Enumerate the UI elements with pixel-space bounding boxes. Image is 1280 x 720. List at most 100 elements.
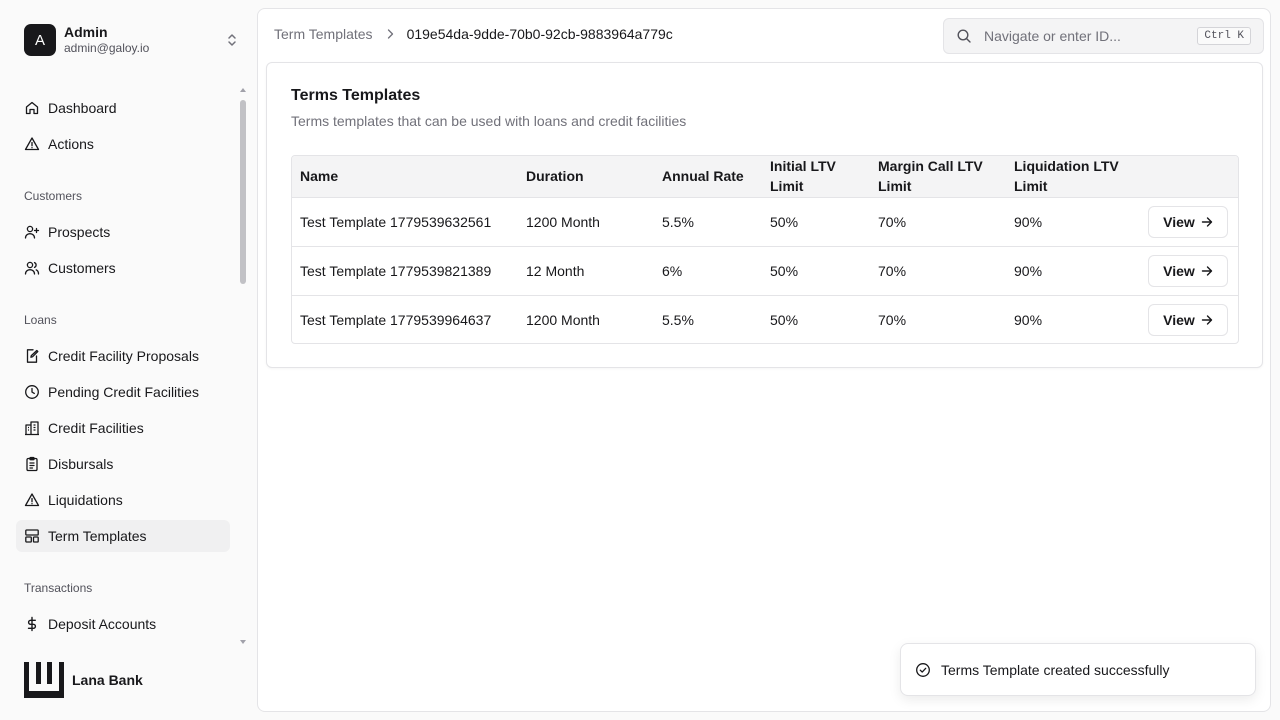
sidebar-item-label: Liquidations: [48, 492, 123, 508]
card-title: Terms Templates: [291, 87, 421, 104]
nav-group-loans: Loans: [24, 313, 57, 327]
search-input[interactable]: [984, 28, 1184, 44]
sidebar-nav: Dashboard Actions Customers Prospects Cu…: [16, 92, 230, 648]
building-icon: [25, 421, 39, 436]
user-name: Admin: [64, 24, 108, 40]
avatar: A: [24, 24, 56, 56]
sidebar-item-disbursals[interactable]: Disbursals: [16, 448, 230, 480]
card-description: Terms templates that can be used with lo…: [291, 113, 687, 129]
brand: Lana Bank: [24, 662, 143, 698]
sidebar-item-label: Credit Facilities: [48, 420, 144, 436]
check-circle-icon: [916, 662, 930, 677]
user-switcher[interactable]: A Admin admin@galoy.io: [24, 24, 240, 56]
main-panel: Term Templates 019e54da-9dde-70b0-92cb-9…: [257, 8, 1271, 712]
sidebar-item-label: Deposit Accounts: [48, 616, 157, 632]
view-button-label: View: [1163, 213, 1195, 230]
table-row: Test Template 1779539632561 1200 Month 5…: [292, 197, 1238, 246]
sidebar-item-dashboard[interactable]: Dashboard: [16, 92, 230, 124]
sidebar-item-label: Disbursals: [48, 456, 114, 472]
sidebar-item-credit-facilities[interactable]: Credit Facilities: [16, 412, 230, 444]
view-button-label: View: [1163, 311, 1195, 328]
sidebar: A Admin admin@galoy.io Dashboard Actions…: [0, 0, 257, 720]
column-header-duration: Duration: [526, 168, 584, 185]
column-header-liquidation-ltv: Liquidation LTV Limit: [1014, 158, 1119, 195]
chevron-right-icon: [387, 29, 393, 39]
keyboard-shortcut: Ctrl K: [1197, 27, 1251, 45]
column-header-name: Name: [300, 168, 339, 185]
toast-message: Terms Template created successfully: [941, 661, 1170, 678]
view-button[interactable]: View: [1148, 254, 1228, 287]
column-header-initial-ltv: Initial LTV Limit: [770, 158, 836, 195]
table-row: Test Template 1779539964637 1200 Month 5…: [292, 295, 1238, 343]
sidebar-item-label: Term Templates: [48, 528, 147, 544]
cell-actions: View: [1140, 295, 1238, 343]
cell-actions: View: [1140, 197, 1238, 246]
cell-margin-call-ltv: 70%: [878, 311, 907, 328]
arrow-right-icon: [1201, 315, 1213, 325]
chevrons-up-down-icon: [228, 34, 236, 46]
layout-template-icon: [25, 529, 39, 543]
sidebar-item-prospects[interactable]: Prospects: [16, 216, 230, 248]
cell-annual-rate: 5.5%: [662, 311, 694, 328]
sidebar-item-credit-facility-proposals[interactable]: Credit Facility Proposals: [16, 340, 230, 372]
sidebar-item-actions[interactable]: Actions: [16, 128, 230, 160]
clock-icon: [25, 385, 39, 399]
cell-margin-call-ltv: 70%: [878, 262, 907, 279]
sidebar-item-label: Prospects: [48, 224, 111, 240]
sidebar-item-customers[interactable]: Customers: [16, 252, 230, 284]
terms-templates-table: Name Duration Annual Rate Initial LTV Li…: [291, 155, 1239, 344]
scroll-up-arrow-icon[interactable]: [240, 88, 246, 92]
table-row: Test Template 1779539821389 12 Month 6% …: [292, 246, 1238, 295]
cell-name: Test Template 1779539964637: [300, 311, 492, 328]
breadcrumb-term-templates[interactable]: Term Templates: [274, 26, 373, 42]
sidebar-item-pending-credit-facilities[interactable]: Pending Credit Facilities: [16, 376, 230, 408]
alert-triangle-icon: [24, 137, 40, 151]
sidebar-scrollbar[interactable]: [238, 88, 248, 648]
cell-liquidation-ltv: 90%: [1014, 262, 1043, 279]
view-button[interactable]: View: [1148, 303, 1228, 336]
cell-actions: View: [1140, 246, 1238, 295]
cell-initial-ltv: 50%: [770, 213, 799, 230]
dollar-sign-icon: [27, 616, 37, 632]
table-header-row: Name Duration Annual Rate Initial LTV Li…: [292, 156, 1238, 197]
sidebar-item-label: Actions: [48, 136, 94, 152]
cell-liquidation-ltv: 90%: [1014, 311, 1043, 328]
scrollbar-thumb[interactable]: [240, 100, 246, 284]
cell-name: Test Template 1779539821389: [300, 262, 492, 279]
arrow-right-icon: [1201, 265, 1213, 276]
sidebar-item-deposit-accounts[interactable]: Deposit Accounts: [16, 608, 230, 640]
sidebar-item-label: Pending Credit Facilities: [48, 384, 199, 400]
nav-group-customers: Customers: [24, 189, 83, 203]
column-header-margin-call-ltv: Margin Call LTV Limit: [878, 158, 983, 195]
search-box[interactable]: Ctrl K: [943, 18, 1264, 54]
scroll-down-arrow-icon[interactable]: [240, 640, 246, 644]
cell-liquidation-ltv: 90%: [1014, 213, 1043, 230]
cell-margin-call-ltv: 70%: [878, 213, 907, 230]
alert-triangle-icon: [24, 493, 40, 507]
column-header-actions: [1140, 156, 1238, 197]
search-icon: [957, 29, 971, 43]
terms-templates-card: Terms Templates Terms templates that can…: [266, 62, 1263, 368]
sidebar-item-liquidations[interactable]: Liquidations: [16, 484, 230, 516]
view-button[interactable]: View: [1148, 205, 1228, 238]
cell-duration: 1200 Month: [526, 213, 600, 230]
user-plus-icon: [24, 225, 40, 239]
cell-annual-rate: 6%: [662, 262, 683, 279]
cell-initial-ltv: 50%: [770, 311, 799, 328]
home-icon: [25, 101, 39, 115]
breadcrumb-current: 019e54da-9dde-70b0-92cb-9883964a779c: [406, 26, 673, 42]
sidebar-item-label: Credit Facility Proposals: [48, 348, 199, 364]
clipboard-list-icon: [26, 456, 38, 472]
brand-name: Lana Bank: [72, 672, 143, 688]
cell-duration: 1200 Month: [526, 311, 600, 328]
arrow-right-icon: [1201, 216, 1213, 227]
cell-initial-ltv: 50%: [770, 262, 799, 279]
sidebar-item-term-templates[interactable]: Term Templates: [16, 520, 230, 552]
cell-duration: 12 Month: [526, 262, 585, 279]
toast-notification: Terms Template created successfully: [900, 643, 1256, 696]
users-icon: [24, 261, 40, 275]
nav-group-transactions: Transactions: [24, 581, 93, 595]
breadcrumb: Term Templates 019e54da-9dde-70b0-92cb-9…: [274, 26, 673, 42]
cell-name: Test Template 1779539632561: [300, 213, 492, 230]
sidebar-item-label: Dashboard: [48, 100, 117, 116]
